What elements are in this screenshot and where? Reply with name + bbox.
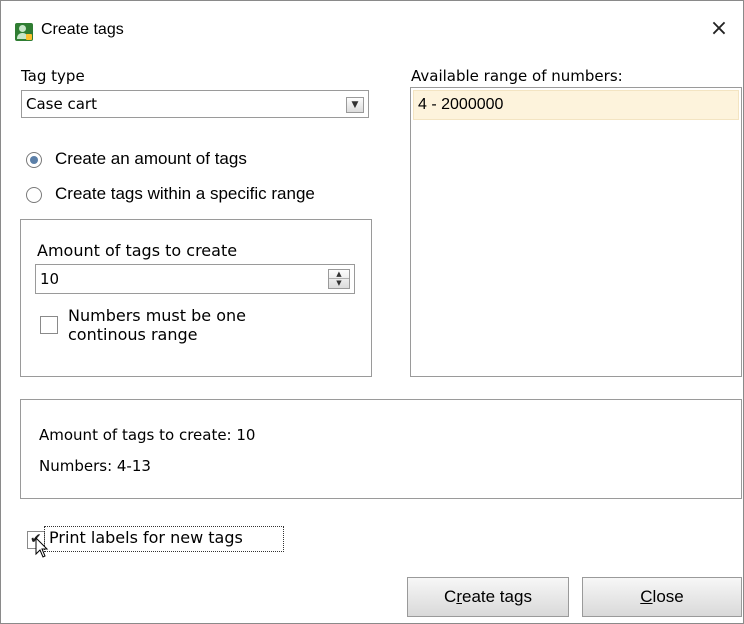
create-tags-button[interactable]: Create tags: [407, 577, 569, 617]
mouse-cursor-icon: [35, 537, 49, 558]
radio-create-amount-label[interactable]: Create an amount of tags: [55, 149, 247, 169]
summary-box: [20, 399, 742, 499]
chevron-up-icon[interactable]: ▲: [329, 270, 349, 279]
chevron-down-icon[interactable]: ▼: [346, 97, 364, 113]
amount-label: Amount of tags to create: [37, 241, 238, 260]
amount-stepper[interactable]: 10 ▲ ▼: [35, 264, 355, 294]
print-labels-label[interactable]: Print labels for new tags: [49, 528, 243, 547]
title-bar: Create tags ×: [1, 1, 743, 45]
continuous-range-label-line2[interactable]: continous range: [68, 325, 197, 344]
available-range-list[interactable]: 4 - 2000000: [410, 87, 742, 377]
close-label-post: lose: [652, 587, 684, 606]
list-item[interactable]: 4 - 2000000: [413, 90, 739, 120]
stepper-buttons: ▲ ▼: [328, 269, 350, 289]
close-mnemonic: C: [640, 587, 653, 606]
tag-type-select[interactable]: Case cart ▼: [21, 90, 369, 118]
create-tags-dialog: Create tags × Tag type Case cart ▼ Creat…: [0, 0, 744, 624]
tag-type-value: Case cart: [26, 95, 97, 113]
user-tag-icon: [15, 23, 33, 41]
continuous-range-label-line1[interactable]: Numbers must be one: [68, 306, 246, 325]
amount-value: 10: [40, 270, 60, 288]
radio-create-amount[interactable]: [26, 152, 42, 168]
chevron-down-icon[interactable]: ▼: [329, 279, 349, 288]
radio-create-range-label[interactable]: Create tags within a specific range: [55, 184, 315, 204]
list-item-text: 4 - 2000000: [418, 96, 504, 113]
close-button[interactable]: Close: [582, 577, 742, 617]
summary-numbers: Numbers: 4-13: [39, 457, 151, 475]
create-tags-label-post: eate tags: [462, 587, 532, 606]
create-tags-label-pre: C: [444, 587, 457, 606]
tag-type-label: Tag type: [21, 67, 85, 85]
available-range-label: Available range of numbers:: [411, 67, 623, 85]
continuous-range-checkbox[interactable]: [40, 316, 58, 334]
close-icon[interactable]: ×: [707, 17, 731, 41]
radio-create-range[interactable]: [26, 187, 42, 203]
window-title: Create tags: [41, 21, 124, 38]
summary-amount: Amount of tags to create: 10: [39, 426, 256, 444]
